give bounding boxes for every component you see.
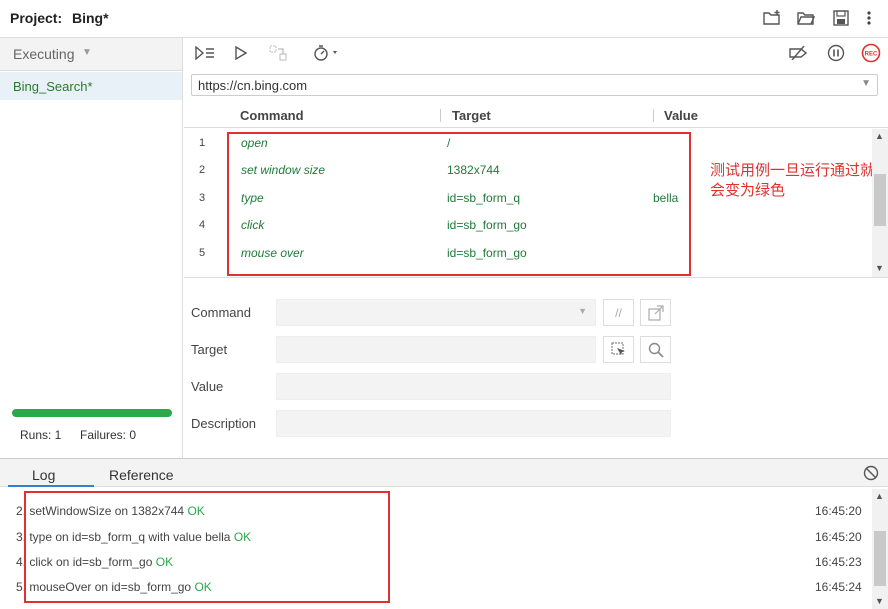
- tab-log-label[interactable]: Log: [32, 467, 55, 483]
- test-case-item[interactable]: Bing_Search*: [0, 72, 182, 100]
- comment-label: //: [615, 305, 622, 320]
- base-url-field[interactable]: https://cn.bing.com ▼: [191, 74, 878, 96]
- row-number: 1: [199, 137, 206, 149]
- disable-breakpoints-icon[interactable]: [787, 44, 809, 62]
- highlight-box: [227, 132, 691, 276]
- row-number: 5: [199, 247, 206, 259]
- more-icon[interactable]: [862, 8, 876, 28]
- comment-button[interactable]: //: [603, 299, 634, 326]
- log-time: 16:45:20: [815, 530, 862, 544]
- pause-icon[interactable]: [826, 43, 846, 63]
- svg-text:REC: REC: [865, 52, 878, 58]
- project-name[interactable]: Bing*: [72, 10, 109, 26]
- column-header-value: Value: [664, 108, 698, 123]
- playback-toolbar: REC: [184, 38, 888, 68]
- project-label: Project:: [10, 10, 63, 26]
- column-header-command: Command: [240, 108, 304, 123]
- command-grid-header: Command Target Value: [184, 104, 888, 128]
- divider: [184, 277, 888, 278]
- speed-icon[interactable]: [312, 44, 342, 62]
- search-icon: [648, 342, 664, 358]
- scrollbar-thumb[interactable]: [874, 531, 886, 586]
- scroll-up-icon[interactable]: ▲: [875, 491, 884, 501]
- new-folder-icon[interactable]: [762, 8, 782, 28]
- scroll-down-icon[interactable]: ▼: [875, 263, 884, 273]
- run-progress-bar: [12, 409, 172, 417]
- chevron-down-icon[interactable]: ▼: [861, 78, 871, 89]
- chevron-down-icon: ▼: [82, 47, 92, 58]
- run-icon[interactable]: [232, 44, 250, 62]
- select-target-button[interactable]: [603, 336, 634, 363]
- test-case-label: Bing_Search*: [13, 79, 93, 94]
- target-label: Target: [191, 342, 228, 357]
- project-header: Project: Bing*: [0, 0, 888, 38]
- select-target-icon: [610, 341, 625, 355]
- command-label: Command: [191, 305, 251, 320]
- log-time: 16:45:24: [815, 580, 862, 594]
- save-icon[interactable]: [831, 8, 851, 28]
- highlight-box: [24, 491, 390, 603]
- row-number: 3: [199, 192, 206, 204]
- log-time: 16:45:23: [815, 555, 862, 569]
- run-all-icon[interactable]: [194, 44, 216, 62]
- scrollbar-thumb[interactable]: [874, 174, 886, 226]
- scroll-down-icon[interactable]: ▼: [875, 596, 884, 606]
- description-input[interactable]: [276, 410, 671, 437]
- description-label: Description: [191, 416, 257, 431]
- column-header-target: Target: [452, 108, 491, 123]
- value-label: Value: [191, 379, 224, 394]
- base-url-value: https://cn.bing.com: [198, 78, 308, 93]
- row-number: 2: [199, 164, 206, 176]
- value-input[interactable]: [276, 373, 671, 400]
- target-input[interactable]: [276, 336, 596, 363]
- column-divider: [653, 109, 654, 122]
- log-tabs: Log Reference: [0, 459, 888, 487]
- column-divider: [440, 109, 441, 122]
- mode-label: Executing: [13, 46, 75, 62]
- command-input[interactable]: ▼: [276, 299, 596, 326]
- log-panel: Log Reference 2. setWindowSize on 1382x7…: [0, 458, 888, 609]
- clear-log-icon[interactable]: [862, 464, 880, 482]
- runs-count: Runs: 1: [20, 428, 62, 442]
- sidebar-mode-selector[interactable]: Executing ▼: [0, 38, 182, 71]
- open-reference-button[interactable]: [640, 299, 671, 326]
- failures-count: Failures: 0: [80, 428, 137, 442]
- scroll-up-icon[interactable]: ▲: [875, 131, 884, 141]
- tab-reference-label[interactable]: Reference: [109, 467, 174, 483]
- row-number: 4: [199, 219, 206, 231]
- log-scrollbar[interactable]: ▲ ▼: [872, 489, 888, 609]
- find-target-button[interactable]: [640, 336, 671, 363]
- test-sidebar: Executing ▼ Bing_Search* Runs: 1 Failure…: [0, 38, 183, 458]
- record-icon[interactable]: REC: [860, 42, 882, 64]
- open-external-icon: [647, 304, 664, 321]
- chevron-down-icon[interactable]: ▼: [578, 306, 587, 316]
- grid-scrollbar[interactable]: ▲ ▼: [872, 129, 888, 277]
- log-time: 16:45:20: [815, 504, 862, 518]
- annotation-note: 测试用例一旦运行通过就会变为绿色: [710, 161, 876, 199]
- step-icon[interactable]: [268, 44, 290, 62]
- open-folder-icon[interactable]: [796, 8, 816, 28]
